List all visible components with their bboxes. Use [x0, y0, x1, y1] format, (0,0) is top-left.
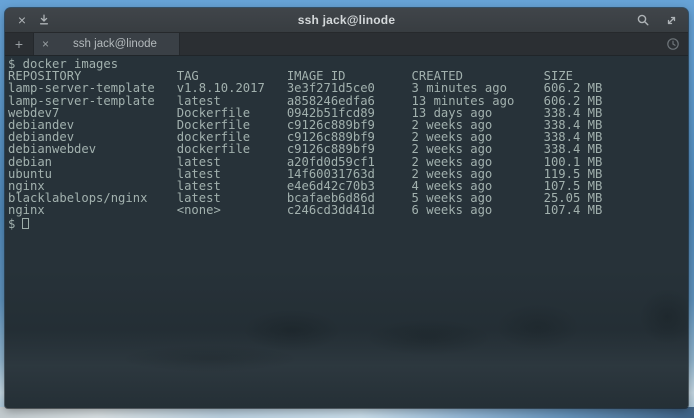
- popdown-icon: [38, 14, 50, 26]
- history-button[interactable]: [658, 33, 688, 55]
- prompt-symbol: $: [8, 218, 15, 230]
- tabbar: + × ssh jack@linode: [5, 33, 688, 56]
- clock-icon: [666, 37, 680, 51]
- tab-close-icon[interactable]: ×: [42, 38, 49, 50]
- titlebar[interactable]: ssh jack@linode ×: [5, 8, 688, 33]
- terminal-cursor: [22, 218, 29, 229]
- close-window-button[interactable]: ×: [11, 8, 33, 33]
- tab-label: ssh jack@linode: [59, 38, 171, 50]
- fullscreen-button[interactable]: [660, 8, 682, 33]
- prompt-line: $: [8, 218, 688, 230]
- new-tab-button[interactable]: +: [5, 33, 34, 55]
- tab-ssh-session[interactable]: × ssh jack@linode: [34, 33, 180, 55]
- resize-icon: [665, 14, 678, 27]
- search-icon: [636, 13, 650, 27]
- terminal-window: ssh jack@linode ×: [5, 8, 688, 408]
- tabbar-spacer: [180, 33, 658, 55]
- window-title: ssh jack@linode: [5, 13, 688, 27]
- search-button[interactable]: [632, 8, 654, 33]
- plus-icon: +: [15, 36, 23, 52]
- desktop-wallpaper-bottom: [0, 407, 694, 418]
- terminal-view[interactable]: $ docker images REPOSITORY TAG IMAGE ID …: [5, 56, 688, 408]
- close-icon: ×: [18, 13, 26, 27]
- popdown-button[interactable]: [33, 8, 55, 33]
- terminal-output: $ docker images REPOSITORY TAG IMAGE ID …: [8, 58, 688, 217]
